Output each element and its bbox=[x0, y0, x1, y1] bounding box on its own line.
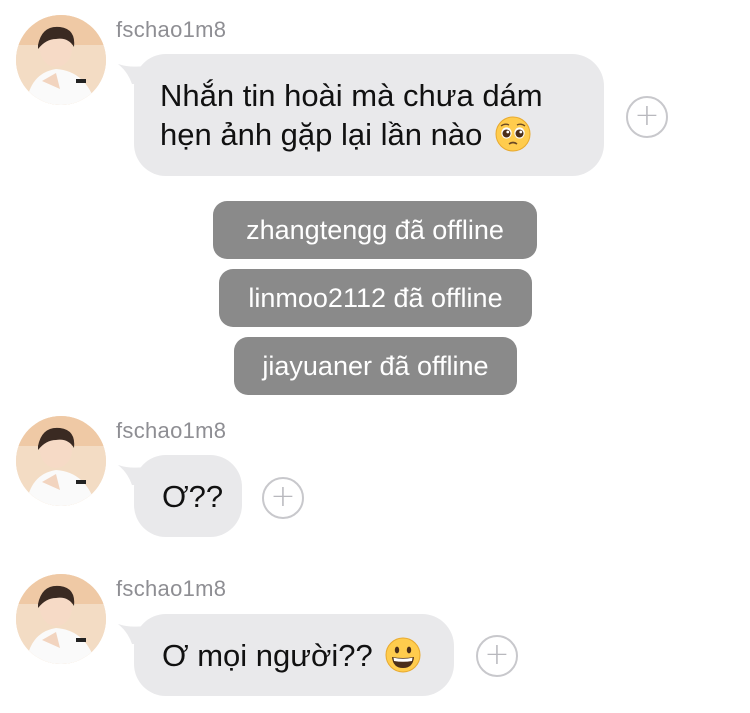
message-bubble[interactable]: Nhắn tin hoài mà chưa dám hẹn ảnh gặp lạ… bbox=[118, 54, 604, 176]
offline-notice: jiayuaner đã offline bbox=[234, 337, 517, 395]
bubble-tail bbox=[118, 624, 144, 644]
avatar-photo bbox=[16, 416, 106, 506]
grinning-face-emoji bbox=[385, 637, 421, 673]
avatar[interactable] bbox=[16, 574, 106, 664]
pleading-face-emoji bbox=[495, 116, 531, 152]
message-text-line: hẹn ảnh gặp lại lần nào bbox=[160, 117, 483, 152]
avatar-photo bbox=[16, 574, 106, 664]
plus-icon: + bbox=[634, 98, 660, 133]
offline-notice-text: zhangtengg đã offline bbox=[246, 214, 504, 245]
avatar[interactable] bbox=[16, 416, 106, 506]
sender-username[interactable]: fschao1m8 bbox=[116, 418, 226, 444]
message-bubble[interactable]: Ơ?? bbox=[118, 455, 242, 537]
plus-icon: + bbox=[484, 637, 510, 672]
message-text: Nhắn tin hoài mà chưa dám bbox=[160, 78, 543, 113]
avatar-photo bbox=[16, 15, 106, 105]
message-text: Ơ?? bbox=[162, 479, 224, 514]
message-text: hẹn ảnh gặp lại lần nào bbox=[160, 115, 578, 154]
offline-notice-text: linmoo2112 đã offline bbox=[248, 282, 503, 313]
offline-notice-text: jiayuaner đã offline bbox=[262, 350, 489, 381]
offline-notice: zhangtengg đã offline bbox=[213, 201, 537, 259]
bubble-tail bbox=[118, 64, 144, 84]
message-bubble[interactable]: Ơ mọi người?? bbox=[118, 614, 454, 696]
message-text: Ơ mọi người?? bbox=[162, 636, 454, 675]
sender-username[interactable]: fschao1m8 bbox=[116, 17, 226, 43]
plus-icon: + bbox=[270, 479, 296, 514]
bubble-tail bbox=[118, 465, 144, 485]
sender-username[interactable]: fschao1m8 bbox=[116, 576, 226, 602]
message-text-line: Ơ mọi người?? bbox=[162, 638, 373, 673]
add-reaction-button[interactable]: + bbox=[476, 635, 518, 677]
offline-notice: linmoo2112 đã offline bbox=[219, 269, 532, 327]
add-reaction-button[interactable]: + bbox=[626, 96, 668, 138]
add-reaction-button[interactable]: + bbox=[262, 477, 304, 519]
avatar[interactable] bbox=[16, 15, 106, 105]
chat-screen: fschao1m8 Nhắn tin hoài mà chưa dám hẹn … bbox=[0, 0, 750, 713]
